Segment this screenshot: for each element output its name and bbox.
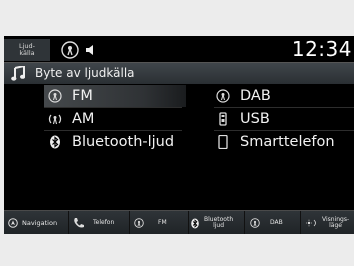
- nav-label: DAB: [270, 218, 283, 226]
- nav-label: Visnings- läge: [322, 215, 350, 229]
- nav-navigation-button[interactable]: Navigation: [4, 211, 69, 234]
- usb-icon: [216, 112, 230, 126]
- bottom-nav-bar: Navigation Telefon FM Bluetooth ljud DAB…: [4, 210, 354, 234]
- audio-source-tab[interactable]: Ljud- källa: [4, 39, 50, 61]
- nav-label: Telefon: [93, 218, 115, 226]
- divider: [214, 107, 354, 108]
- antenna-icon: [216, 89, 230, 103]
- infotainment-screen: Ljud- källa 12:34 Byte av ljudkälla FM A…: [4, 36, 354, 234]
- source-label: DAB: [240, 88, 271, 104]
- compass-icon: [8, 218, 18, 228]
- status-icons: [54, 39, 114, 61]
- antenna-icon: [61, 41, 79, 59]
- divider: [44, 107, 182, 108]
- nav-dab-button[interactable]: DAB: [246, 211, 301, 234]
- bluetooth-icon: [191, 218, 199, 228]
- device-frame: Ljud- källa 12:34 Byte av ljudkälla FM A…: [0, 0, 354, 266]
- brightness-icon: [306, 219, 316, 227]
- phone-handset-icon: [74, 218, 84, 228]
- status-bar: Ljud- källa 12:34: [4, 36, 354, 62]
- source-item-dab[interactable]: DAB: [214, 85, 354, 107]
- antenna-icon: [48, 112, 62, 126]
- source-item-smartphone[interactable]: Smarttelefon: [214, 131, 354, 153]
- source-label: AM: [72, 111, 95, 127]
- nav-display-mode-button[interactable]: Visnings- läge: [300, 211, 354, 234]
- nav-fm-button[interactable]: FM: [130, 211, 189, 234]
- source-label: FM: [72, 88, 93, 104]
- source-item-bluetooth[interactable]: Bluetooth-ljud: [44, 131, 186, 153]
- nav-label: Navigation: [22, 218, 58, 227]
- divider: [214, 130, 354, 131]
- source-label: Smarttelefon: [240, 134, 335, 150]
- bluetooth-icon: [48, 135, 62, 149]
- phone-icon: [216, 135, 230, 149]
- source-item-usb[interactable]: USB: [214, 108, 354, 130]
- source-item-fm[interactable]: FM: [44, 85, 186, 107]
- music-note-icon: [11, 66, 25, 81]
- antenna-icon: [48, 89, 62, 103]
- antenna-icon: [134, 218, 144, 228]
- nav-label: FM: [158, 218, 167, 226]
- antenna-icon: [250, 218, 260, 228]
- source-label: Bluetooth-ljud: [72, 134, 175, 150]
- source-label: USB: [240, 111, 270, 127]
- nav-bluetooth-button[interactable]: Bluetooth ljud: [188, 211, 245, 234]
- nav-label: Bluetooth ljud: [204, 215, 234, 229]
- title-bar: Byte av ljudkälla: [4, 62, 354, 84]
- source-item-am[interactable]: AM: [44, 108, 186, 130]
- speaker-icon: [86, 45, 93, 55]
- clock: 12:34: [291, 37, 352, 61]
- page-title: Byte av ljudkälla: [35, 66, 135, 80]
- nav-phone-button[interactable]: Telefon: [69, 211, 130, 234]
- divider: [44, 130, 182, 131]
